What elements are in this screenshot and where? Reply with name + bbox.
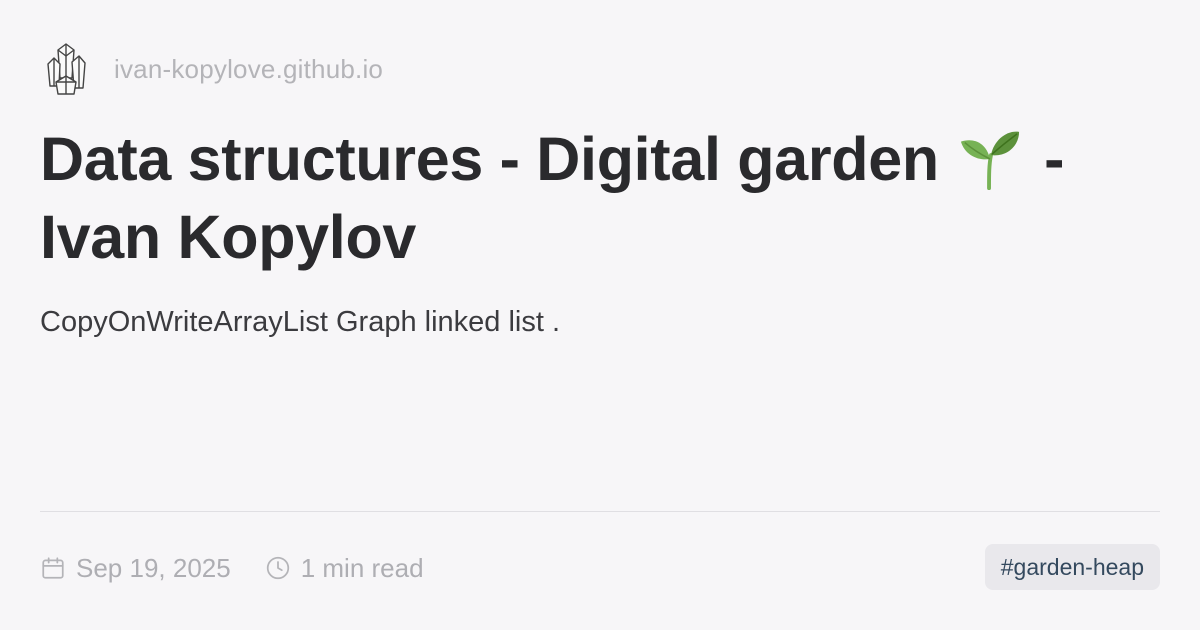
site-header[interactable]: ivan-kopylove.github.io xyxy=(44,42,383,96)
clock-icon xyxy=(266,556,289,580)
page-title: Data structures - Digital garden - Ivan … xyxy=(40,120,1170,276)
site-name[interactable]: ivan-kopylove.github.io xyxy=(114,54,383,85)
post-meta: Sep 19, 2025 1 min read xyxy=(40,548,424,588)
title-text: Data structures - Digital garden xyxy=(40,125,956,193)
crystal-logo-icon xyxy=(47,43,86,95)
post-date-text: Sep 19, 2025 xyxy=(76,552,231,583)
og-card: ivan-kopylove.github.io Data structures … xyxy=(0,0,1200,630)
calendar-icon xyxy=(42,557,64,579)
read-time: 1 min read xyxy=(265,553,424,584)
sprout-emoji-icon xyxy=(961,131,1020,190)
tag-garden-heap[interactable]: #garden-heap xyxy=(984,544,1160,590)
page-description: CopyOnWriteArrayList Graph linked list . xyxy=(40,306,561,338)
read-time-text: 1 min read xyxy=(300,552,424,583)
divider xyxy=(40,511,1160,512)
post-date: Sep 19, 2025 xyxy=(40,553,231,584)
